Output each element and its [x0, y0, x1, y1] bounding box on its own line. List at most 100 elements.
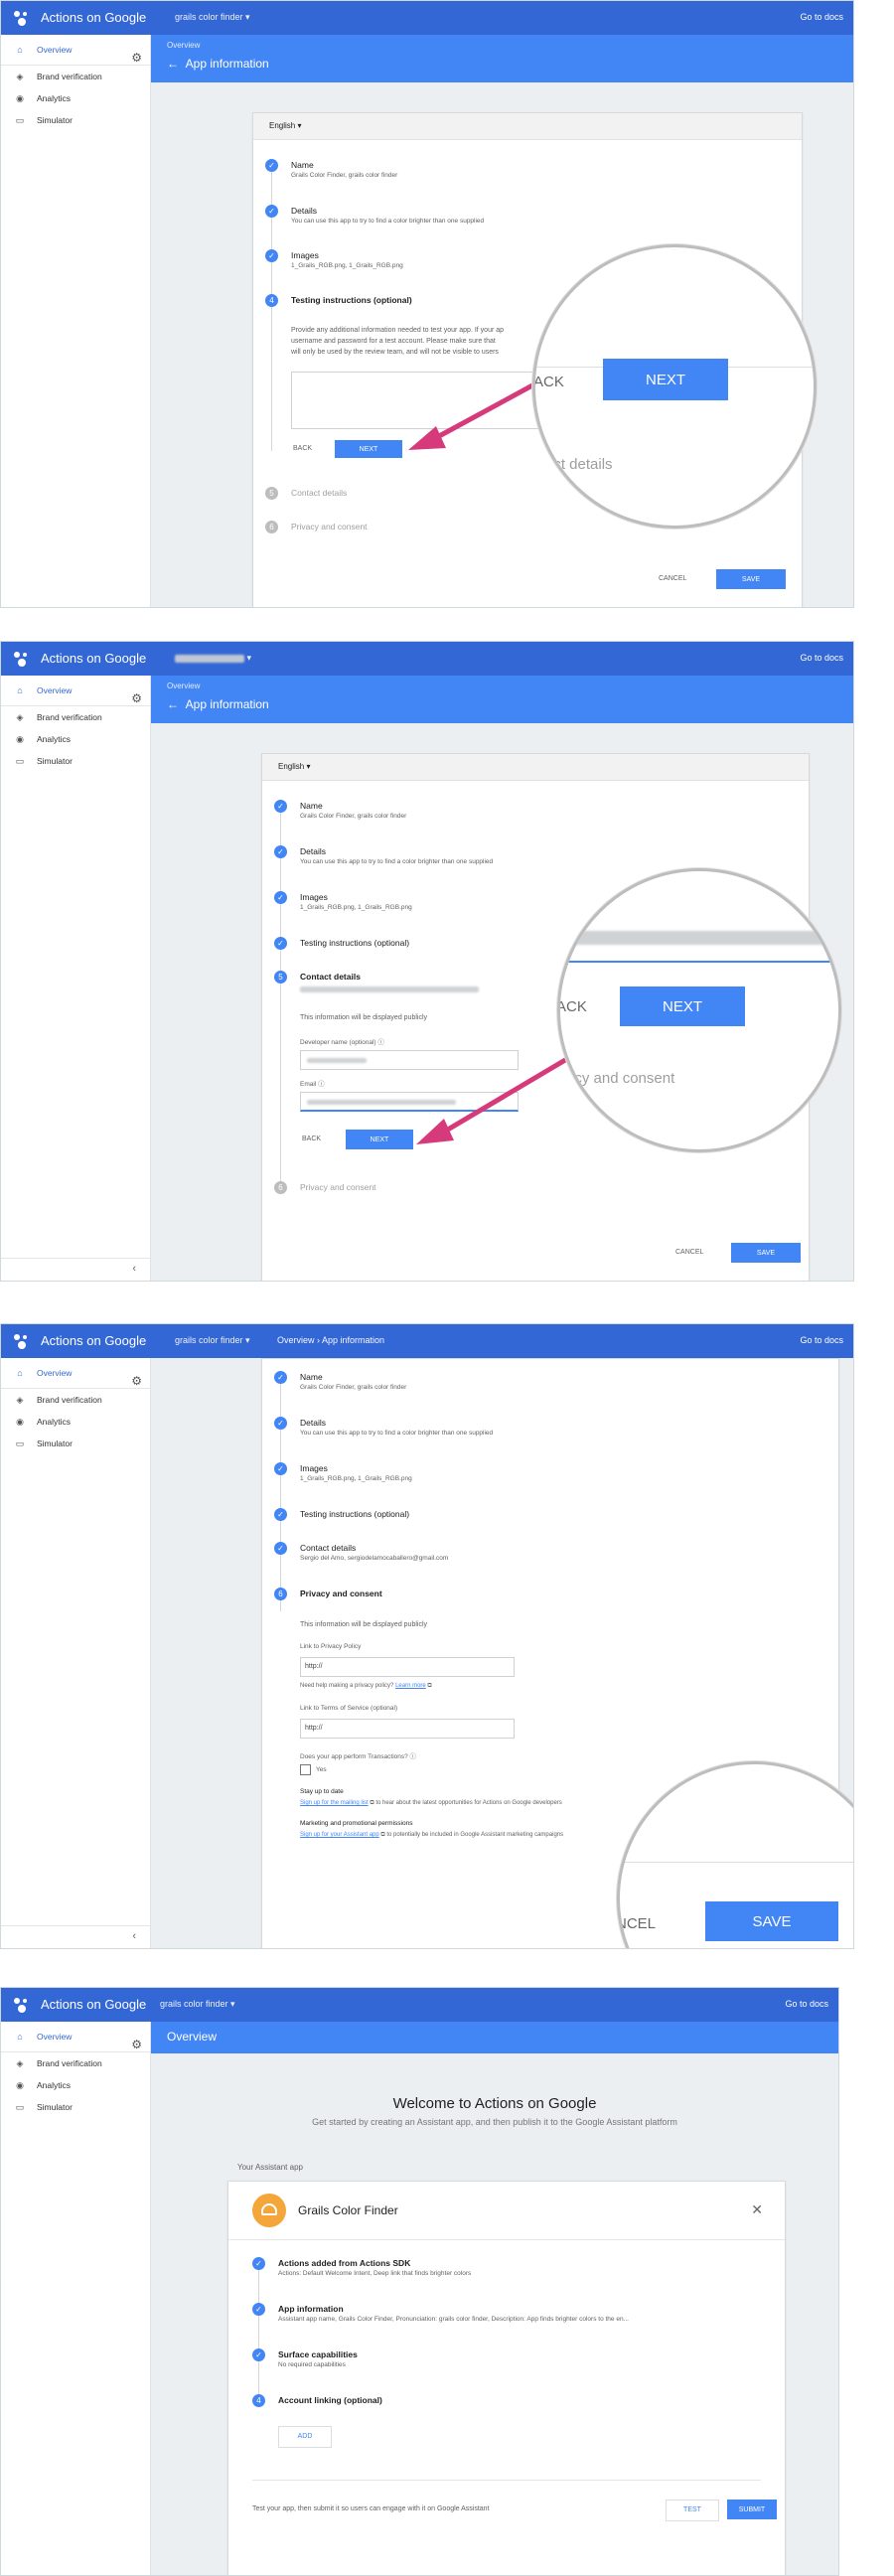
shield-icon: ◈: [16, 712, 24, 722]
home-icon: ⌂: [17, 45, 23, 55]
sidebar-item-overview[interactable]: ⌂ Overview ⚙: [1, 676, 150, 706]
project-selector[interactable]: grails color finder ▾: [160, 1999, 235, 2010]
sidebar: ⌂ Overview ⚙ ◈ Brand verification ◉ Analytic…: [1, 35, 151, 607]
sidebar-item-simulator[interactable]: ▭ Simulator: [1, 2096, 150, 2118]
page-title: ← App information: [167, 57, 269, 71]
sidebar-collapse[interactable]: ‹: [1, 1925, 150, 1948]
sidebar-item-analytics[interactable]: ◉ Analytics: [1, 1411, 150, 1433]
cancel-button[interactable]: CANCEL: [659, 575, 686, 582]
sidebar-item-simulator[interactable]: ▭ Simulator: [1, 109, 150, 131]
save-button[interactable]: SAVE: [731, 1243, 801, 1263]
add-button[interactable]: ADD: [278, 2426, 332, 2448]
page-title: Overview: [167, 2030, 218, 2044]
check-icon: ✓: [274, 845, 287, 858]
close-icon[interactable]: ✕: [751, 2201, 763, 2218]
brand-name: Actions on Google: [41, 1333, 147, 1348]
back-arrow-icon[interactable]: ←: [167, 57, 179, 71]
back-button[interactable]: BACK: [293, 445, 312, 452]
your-app-label: Your Assistant app: [237, 2163, 303, 2172]
breadcrumb[interactable]: Overview: [167, 682, 200, 690]
analytics-icon: ◉: [16, 1417, 24, 1427]
analytics-icon: ◉: [16, 93, 24, 103]
check-icon: ✓: [274, 891, 287, 904]
zoom-contact-label: act details: [545, 456, 613, 473]
top-bar: Actions on Google grails color finder ▾ …: [1, 1988, 838, 2022]
footer-note: Test your app, then submit it so users c…: [252, 2505, 490, 2512]
language-selector[interactable]: English ▾: [253, 113, 802, 140]
breadcrumb[interactable]: Overview › App information: [277, 1335, 384, 1345]
zoom-lens: ACK NEXT acy and consent: [557, 868, 841, 1152]
sidebar-item-analytics[interactable]: ◉ Analytics: [1, 2074, 150, 2096]
transactions-checkbox[interactable]: [300, 1764, 311, 1775]
public-note: This information will be displayed publi…: [300, 1621, 428, 1628]
sidebar-item-overview[interactable]: ⌂ Overview ⚙: [1, 2022, 150, 2052]
go-to-docs-link[interactable]: Go to docs: [800, 12, 843, 22]
check-icon: ✓: [274, 1542, 287, 1555]
go-to-docs-link[interactable]: Go to docs: [800, 653, 843, 663]
check-icon: ✓: [274, 937, 287, 950]
brand-name: Actions on Google: [41, 651, 147, 666]
terms-input[interactable]: http://: [300, 1719, 515, 1739]
sidebar-item-simulator[interactable]: ▭ Simulator: [1, 1433, 150, 1454]
sidebar-item-analytics[interactable]: ◉ Analytics: [1, 728, 150, 750]
zoom-lens: ACK NEXT act details: [532, 244, 817, 529]
sidebar-item-overview[interactable]: ⌂ Overview ⚙: [1, 35, 150, 66]
go-to-docs-link[interactable]: Go to docs: [785, 1999, 828, 2009]
project-selector[interactable]: grails color finder ▾: [175, 12, 250, 23]
check-icon: ✓: [252, 2303, 265, 2316]
project-selector[interactable]: ▾: [175, 653, 251, 664]
assistant-app-link[interactable]: Sign up for your Assistant app: [300, 1832, 379, 1838]
chevron-left-icon: ‹: [132, 1930, 136, 1942]
page-title: ← App information: [167, 697, 269, 711]
next-button[interactable]: NEXT: [335, 440, 402, 458]
page-header: Overview: [151, 2022, 838, 2053]
privacy-help: Need help making a privacy policy? Learn…: [300, 1683, 432, 1689]
cancel-button[interactable]: CANCEL: [675, 1249, 703, 1256]
sidebar-item-brand-verification[interactable]: ◈ Brand verification: [1, 1389, 150, 1411]
analytics-icon: ◉: [16, 734, 24, 744]
shield-icon: ◈: [16, 1395, 24, 1405]
check-icon: ✓: [252, 2257, 265, 2270]
sidebar: ⌂ Overview ⚙ ◈ Brand verification ◉ Analytic…: [1, 2022, 151, 2575]
simulator-icon: ▭: [15, 756, 25, 766]
back-button[interactable]: BACK: [302, 1136, 321, 1142]
sidebar-item-overview[interactable]: ⌂ Overview ⚙: [1, 1358, 150, 1389]
home-icon: ⌂: [17, 1368, 23, 1378]
page-header: Overview ← App information: [151, 35, 853, 82]
project-selector[interactable]: grails color finder ▾: [175, 1335, 250, 1346]
zoom-cancel-label: NCEL: [617, 1915, 657, 1932]
mailing-list-link[interactable]: Sign up for the mailing list: [300, 1800, 369, 1806]
check-icon: ✓: [274, 1508, 287, 1521]
sidebar-collapse[interactable]: ‹: [1, 1258, 150, 1281]
save-button[interactable]: SAVE: [716, 569, 786, 589]
zoom-privacy-label: acy and consent: [566, 1070, 675, 1087]
marketing-label: Marketing and promotional permissions: [300, 1820, 413, 1827]
sidebar-item-analytics[interactable]: ◉ Analytics: [1, 87, 150, 109]
shield-icon: ◈: [16, 72, 24, 81]
check-icon: ✓: [274, 800, 287, 813]
zoom-back-label: ACK: [557, 998, 587, 1015]
privacy-policy-input[interactable]: http://: [300, 1657, 515, 1677]
assistant-app-card: Grails Color Finder ✕ ✓ Actions added fro…: [227, 2181, 786, 2575]
sidebar-item-brand-verification[interactable]: ◈ Brand verification: [1, 66, 150, 87]
step-number: 6: [274, 1588, 287, 1600]
go-to-docs-link[interactable]: Go to docs: [800, 1335, 843, 1345]
welcome-subtitle: Get started by creating an Assistant app…: [312, 2117, 677, 2127]
breadcrumb[interactable]: Overview: [167, 41, 200, 50]
simulator-icon: ▭: [15, 2102, 25, 2112]
sidebar-item-simulator[interactable]: ▭ Simulator: [1, 750, 150, 772]
sidebar-item-brand-verification[interactable]: ◈ Brand verification: [1, 2052, 150, 2074]
sidebar-item-brand-verification[interactable]: ◈ Brand verification: [1, 706, 150, 728]
language-selector[interactable]: English ▾: [262, 754, 809, 781]
test-button[interactable]: TEST: [666, 2500, 719, 2521]
learn-more-link[interactable]: Learn more: [395, 1683, 426, 1689]
back-arrow-icon[interactable]: ←: [167, 697, 179, 711]
mailing-list-text: Sign up for the mailing list ⧉ to hear a…: [300, 1800, 562, 1806]
next-button[interactable]: NEXT: [346, 1130, 413, 1149]
marketing-text: Sign up for your Assistant app ⧉ to pote…: [300, 1832, 564, 1838]
submit-button[interactable]: SUBMIT: [727, 2500, 777, 2519]
app-avatar: [252, 2194, 286, 2227]
step-number: 5: [265, 487, 278, 500]
blurred-contact-summary: [300, 986, 479, 992]
check-icon: ✓: [274, 1417, 287, 1430]
